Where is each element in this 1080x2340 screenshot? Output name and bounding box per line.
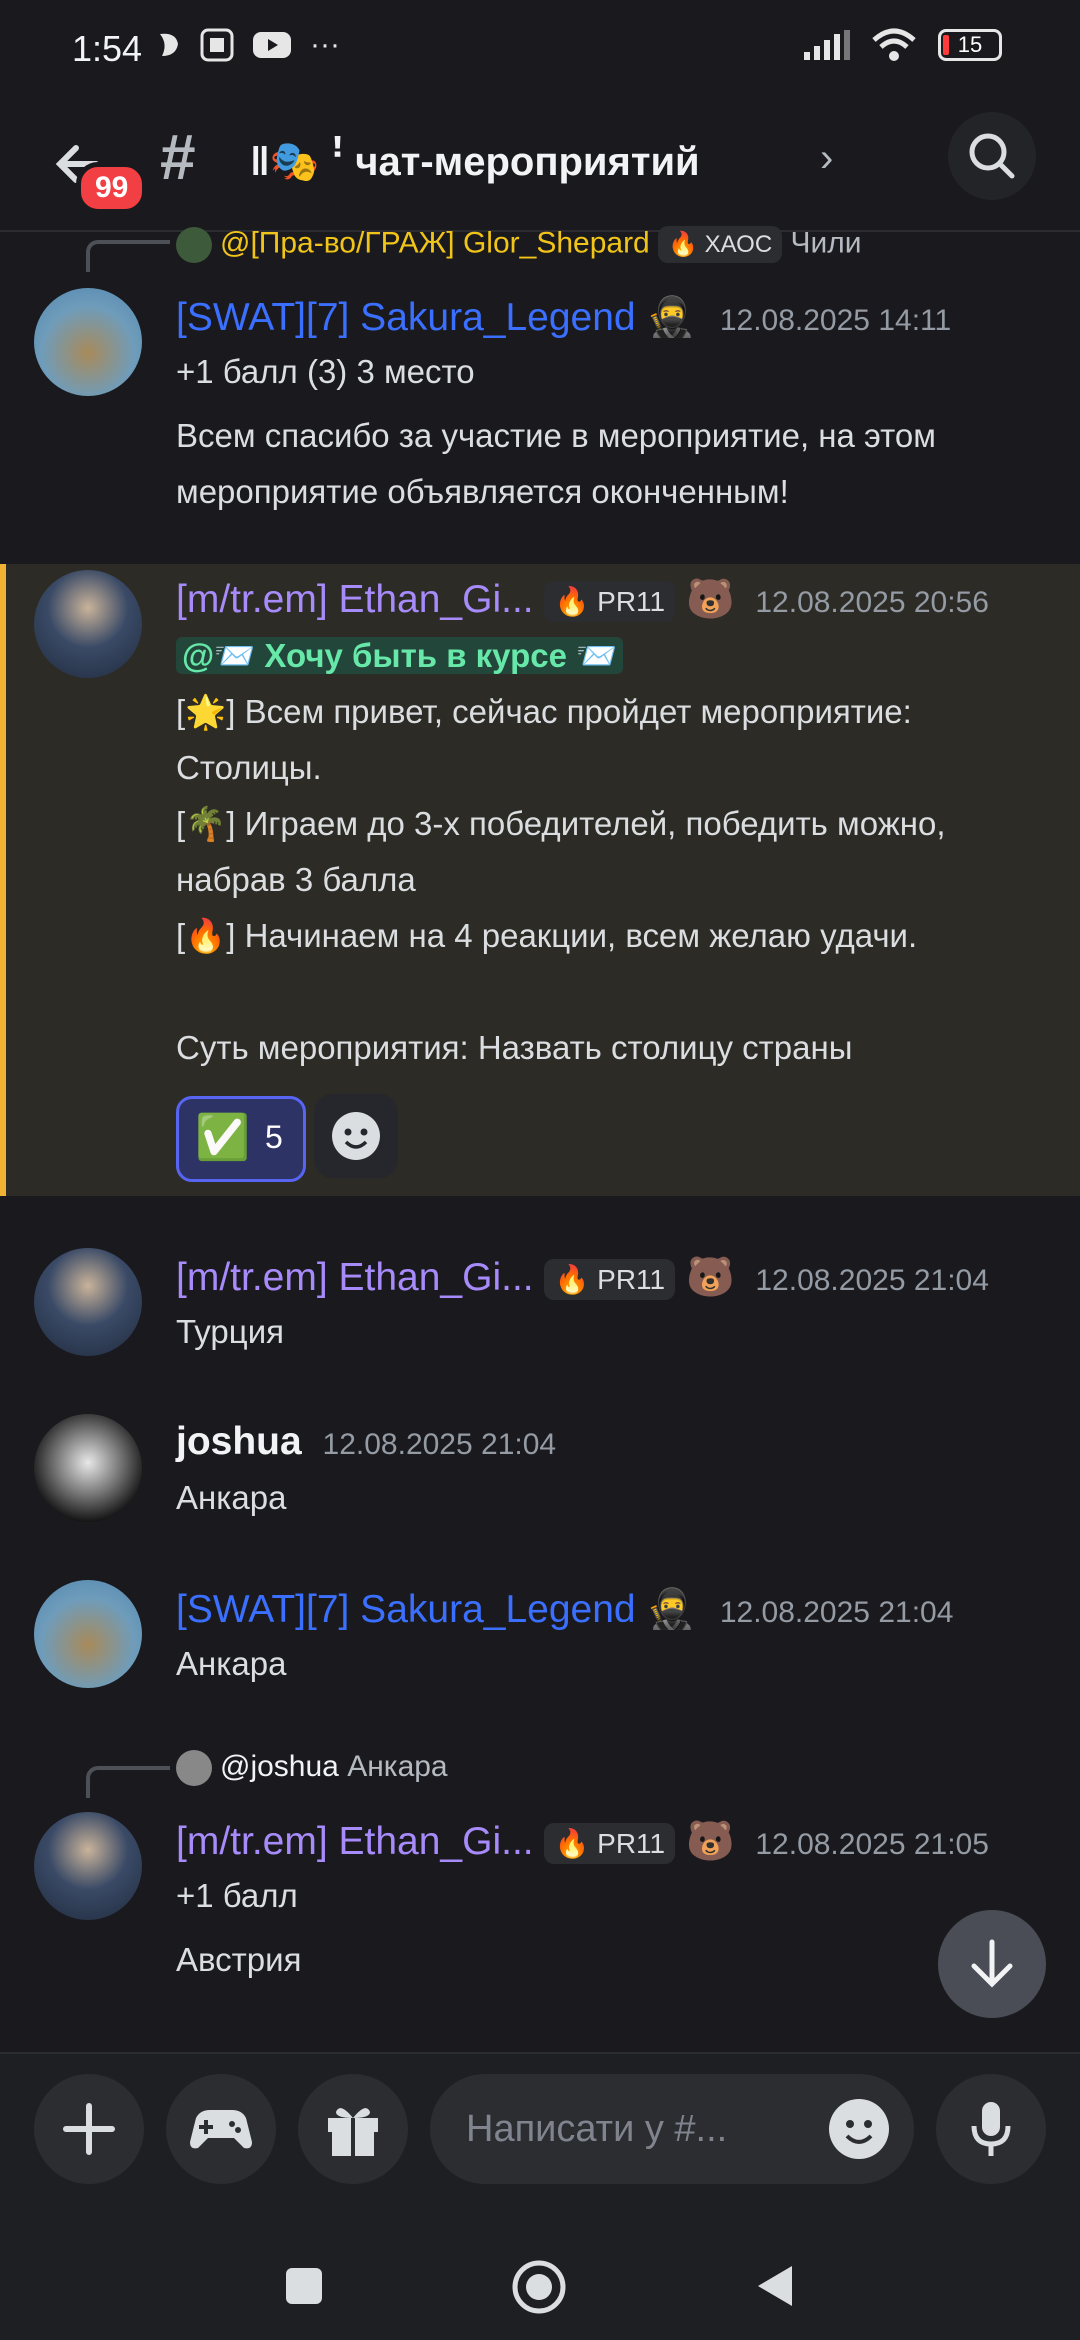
message-content: +1 балл Австрия [176,1877,302,1978]
status-time: 1:54 [72,28,143,69]
message-author[interactable]: [SWAT][7] Sakura_Legend 🥷 12.08.2025 21:… [176,1586,953,1632]
message-content: +1 балл (3) 3 место Всем спасибо за учас… [176,353,936,510]
timestamp: 12.08.2025 21:04 [755,1264,989,1297]
message-author[interactable]: [m/tr.em] Ethan_Gi... 🔥 PR11 🐻 12.08.202… [176,576,989,623]
activities-button[interactable] [166,2074,276,2184]
reply-connector [86,240,170,272]
role-icon: 🐻 [685,1256,735,1299]
arrow-down-icon [971,1939,1013,1988]
signal-icon [804,30,850,60]
avatar [176,226,212,263]
recent-apps-icon[interactable] [282,2264,326,2308]
reply-preview[interactable]: @[Пра-во/ГРАЖ] Glor_Shepard 🔥 ХАОС Чили [176,226,862,263]
timestamp: 12.08.2025 14:11 [719,304,952,337]
app-icon [200,28,234,62]
youtube-icon [253,32,291,58]
reply-connector [86,1766,170,1798]
gift-icon [328,2108,378,2156]
notification-icon [160,33,178,56]
emoji-icon [332,1112,380,1160]
role-badge: 🔥 ХАОС [658,226,783,263]
message-input[interactable]: Написати у #... [430,2074,914,2184]
role-icon: 🥷 [646,1588,695,1631]
channel-hash-icon: # [160,121,196,193]
role-icon: 🥷 [646,296,695,339]
channel-header: 99 # ǁ🎭 ꜝ чат-мероприятий › [0,100,1080,232]
avatar[interactable] [34,1414,142,1522]
gift-button[interactable] [298,2074,408,2184]
message-author[interactable]: [SWAT][7] Sakura_Legend 🥷 12.08.2025 14:… [176,294,951,340]
microphone-icon [971,2102,1011,2156]
timestamp: 12.08.2025 21:04 [719,1596,954,1629]
role-mention[interactable]: @📨 Хочу быть в курсе 📨 [176,637,624,674]
avatar[interactable] [34,1812,142,1920]
role-badge: 🔥 PR11 [544,1259,676,1301]
avatar[interactable] [34,1248,142,1356]
role-badge: 🔥 PR11 [544,1823,676,1865]
reaction-count: 5 [265,1119,283,1155]
plus-icon [63,2103,115,2155]
unread-badge: 99 [76,162,148,214]
back-nav-icon[interactable] [752,2262,798,2310]
scroll-to-bottom-button[interactable] [938,1910,1046,2018]
emoji-icon[interactable] [826,2096,892,2162]
timestamp: 12.08.2025 21:05 [755,1828,989,1861]
message-content: @📨 Хочу быть в курсе 📨 [🌟] Всем привет, … [176,637,946,1066]
message-author[interactable]: joshua 12.08.2025 21:04 [176,1420,556,1464]
message-content: Анкара [176,1479,287,1516]
message-author[interactable]: [m/tr.em] Ethan_Gi... 🔥 PR11 🐻 12.08.202… [176,1818,989,1865]
search-button[interactable] [948,112,1036,200]
checkmark-icon: ✅ [195,1113,250,1162]
timestamp: 12.08.2025 20:56 [755,586,989,619]
reply-preview[interactable]: @joshua Анкара [176,1750,448,1787]
role-icon: 🐻 [685,1820,735,1863]
status-bar: 1:54 ··· 15 [0,0,1080,100]
voice-message-button[interactable] [936,2074,1046,2184]
role-badge: 🔥 PR11 [544,581,676,623]
more-icon: ··· [310,28,340,61]
avatar[interactable] [34,1580,142,1688]
timestamp: 12.08.2025 21:04 [322,1428,557,1461]
wifi-icon [872,28,916,61]
channel-name[interactable]: ǁ🎭 ꜝ чат-мероприятий [250,138,700,185]
home-icon[interactable] [510,2258,568,2316]
message-content: Анкара [176,1645,287,1682]
search-icon [969,133,1015,179]
battery-icon: 15 [938,29,1002,61]
mention-bar [0,564,6,1196]
chevron-right-icon[interactable]: › [820,136,833,181]
system-navigation-bar [0,2232,1080,2340]
avatar[interactable] [34,570,142,678]
avatar [176,1750,212,1787]
add-reaction-button[interactable] [314,1094,398,1178]
message-content: Турция [176,1313,284,1350]
message-composer: Написати у #... [0,2052,1080,2234]
message-author[interactable]: [m/tr.em] Ethan_Gi... 🔥 PR11 🐻 12.08.202… [176,1254,989,1301]
avatar[interactable] [34,288,142,396]
add-button[interactable] [34,2074,144,2184]
reaction-chip[interactable]: ✅ 5 [176,1096,306,1182]
gamepad-icon [190,2110,252,2149]
role-icon: 🐻 [685,578,735,621]
